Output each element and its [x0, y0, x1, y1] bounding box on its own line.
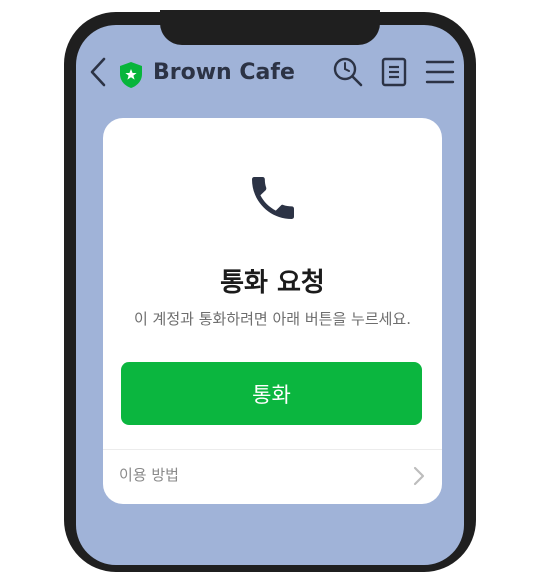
call-button[interactable]: 통화 [121, 362, 422, 425]
card-description: 이 계정과 통화하려면 아래 버튼을 누르세요. [133, 310, 411, 328]
document-icon[interactable] [378, 56, 410, 88]
how-to-use-label: 이용 방법 [119, 466, 179, 484]
phone-icon [252, 177, 294, 219]
chat-header: Brown Cafe [76, 46, 464, 102]
menu-icon[interactable] [424, 56, 456, 88]
account-name: Brown Cafe [153, 60, 295, 85]
call-request-card: 통화 요청 이 계정과 통화하려면 아래 버튼을 누르세요. 통화 이용 방법 [103, 118, 442, 504]
verified-shield-icon [120, 62, 142, 88]
chevron-right-icon [413, 466, 425, 486]
back-icon[interactable] [86, 56, 110, 88]
card-title: 통화 요청 [220, 268, 325, 298]
search-icon[interactable] [332, 56, 364, 88]
how-to-use-row[interactable]: 이용 방법 [103, 450, 442, 504]
phone-notch [160, 10, 380, 45]
